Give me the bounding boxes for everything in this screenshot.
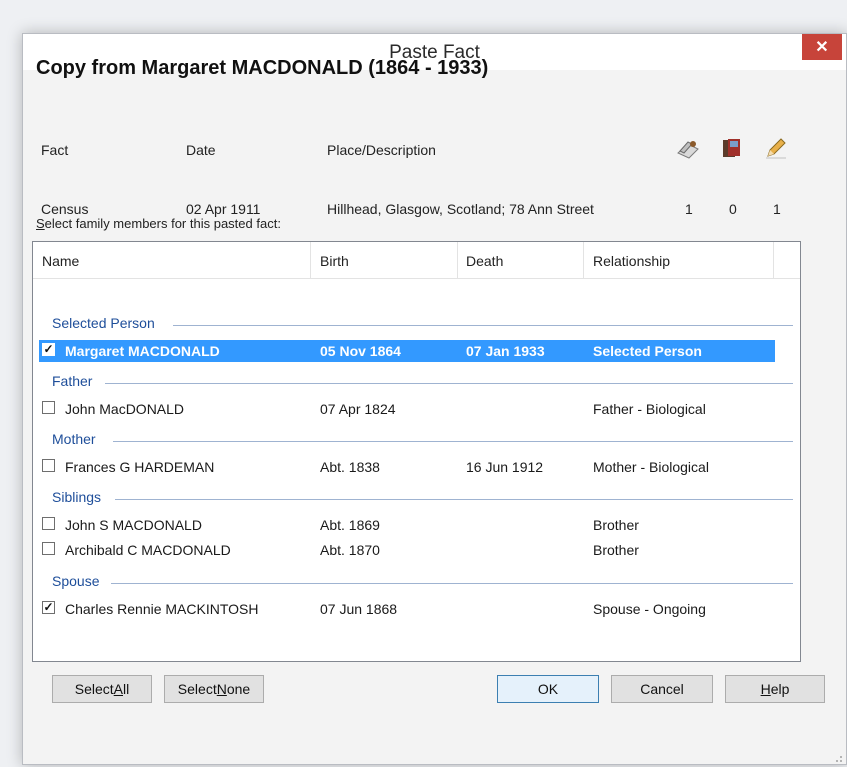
checkbox[interactable]	[42, 459, 55, 472]
notes-count: 1	[773, 201, 781, 217]
member-relationship: Mother - Biological	[593, 459, 709, 475]
group-divider	[105, 383, 793, 384]
list-item[interactable]: John S MACDONALD Abt. 1869 Brother	[39, 514, 775, 536]
column-death[interactable]: Death	[466, 253, 503, 269]
media-icon	[723, 139, 740, 157]
sources-count: 1	[685, 201, 693, 217]
checkbox[interactable]: ✓	[42, 343, 55, 356]
member-name: Frances G HARDEMAN	[65, 459, 215, 475]
column-birth[interactable]: Birth	[320, 253, 349, 269]
member-birth: 07 Apr 1824	[320, 401, 396, 417]
ok-button[interactable]: OK	[497, 675, 599, 703]
group-siblings: Siblings	[52, 489, 102, 505]
member-relationship: Brother	[593, 517, 639, 533]
resize-grip-icon[interactable]	[833, 753, 843, 763]
group-divider	[113, 441, 793, 442]
place-value: Hillhead, Glasgow, Scotland; 78 Ann Stre…	[327, 201, 594, 217]
dialog-heading: Copy from Margaret MACDONALD (1864 - 193…	[36, 57, 489, 79]
date-header: Date	[186, 142, 216, 158]
notes-pencil-icon	[766, 138, 786, 159]
help-button[interactable]: Help	[725, 675, 825, 703]
member-name: John MacDONALD	[65, 401, 185, 417]
cancel-button[interactable]: Cancel	[611, 675, 713, 703]
select-none-button[interactable]: Select None	[164, 675, 264, 703]
list-item[interactable]: Frances G HARDEMAN Abt. 1838 16 Jun 1912…	[39, 456, 775, 478]
checkbox[interactable]	[42, 542, 55, 555]
member-birth: 05 Nov 1864	[320, 343, 401, 359]
column-relationship[interactable]: Relationship	[593, 253, 670, 269]
date-value: 02 Apr 1911	[186, 201, 261, 217]
member-relationship: Brother	[593, 542, 639, 558]
member-relationship: Father - Biological	[593, 401, 706, 417]
checkbox[interactable]: ✓	[42, 601, 55, 614]
member-death: 16 Jun 1912	[466, 459, 544, 475]
member-name: John S MACDONALD	[65, 517, 202, 533]
close-button[interactable]: ✕	[802, 34, 842, 60]
fact-header: Fact	[41, 142, 69, 158]
member-birth: Abt. 1869	[320, 517, 380, 533]
member-birth: Abt. 1838	[320, 459, 380, 475]
place-header: Place/Description	[327, 142, 436, 158]
list-header: Name Birth Death Relationship	[33, 242, 800, 279]
family-members-list[interactable]: Name Birth Death Relationship Selected P…	[32, 241, 801, 662]
group-spouse: Spouse	[52, 573, 100, 589]
media-count: 0	[729, 201, 737, 217]
group-selected-person: Selected Person	[52, 315, 155, 331]
select-family-label: Select family members for this pasted fa…	[36, 216, 281, 231]
group-divider	[173, 325, 793, 326]
member-death: 07 Jan 1933	[466, 343, 545, 359]
group-father: Father	[52, 373, 93, 389]
member-relationship: Spouse - Ongoing	[593, 601, 706, 617]
member-name: Margaret MACDONALD	[65, 343, 220, 359]
sources-icon	[677, 141, 699, 159]
select-all-button[interactable]: Select All	[52, 675, 152, 703]
list-item[interactable]: ✓ Charles Rennie MACKINTOSH 07 Jun 1868 …	[39, 598, 775, 620]
member-name: Archibald C MACDONALD	[65, 542, 231, 558]
column-name[interactable]: Name	[42, 253, 79, 269]
member-birth: 07 Jun 1868	[320, 601, 398, 617]
member-birth: Abt. 1870	[320, 542, 380, 558]
list-item[interactable]: John MacDONALD 07 Apr 1824 Father - Biol…	[39, 398, 775, 420]
list-item[interactable]: Archibald C MACDONALD Abt. 1870 Brother	[39, 539, 775, 561]
member-name: Charles Rennie MACKINTOSH	[65, 601, 259, 617]
checkbox[interactable]	[42, 517, 55, 530]
group-divider	[115, 499, 793, 500]
group-mother: Mother	[52, 431, 96, 447]
group-divider	[111, 583, 793, 584]
member-relationship: Selected Person	[593, 343, 702, 359]
fact-value: Census	[41, 201, 89, 217]
checkbox[interactable]	[42, 401, 55, 414]
list-item[interactable]: ✓ Margaret MACDONALD 05 Nov 1864 07 Jan …	[39, 340, 775, 362]
